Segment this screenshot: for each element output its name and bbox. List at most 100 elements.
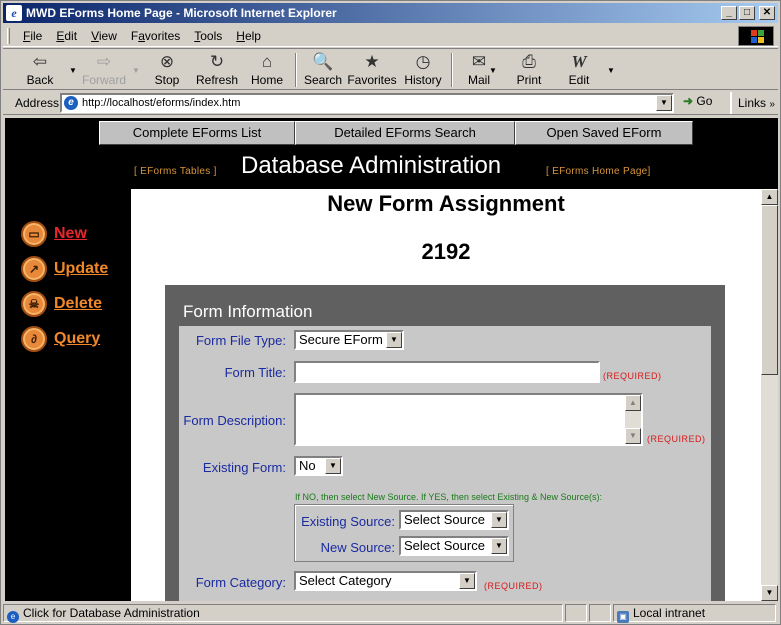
form-section-title: Form Information bbox=[183, 302, 313, 321]
assignment-number: 2192 bbox=[421, 239, 471, 264]
db-title: Database Administration bbox=[241, 152, 502, 179]
menu-edit[interactable]: Edit bbox=[49, 29, 84, 43]
address-input[interactable]: e http://localhost/eforms/index.htm ▼ bbox=[60, 93, 674, 113]
side-label-query[interactable]: Query bbox=[54, 330, 100, 348]
chevron-down-icon: ▼ bbox=[491, 512, 507, 528]
stop-button[interactable]: ⊗ Stop bbox=[142, 51, 192, 89]
form-category-select[interactable]: Select Category ▼ bbox=[294, 571, 477, 591]
nav-complete-eforms-list[interactable]: Complete EForms List bbox=[99, 121, 295, 145]
form-description-label: Form Description: bbox=[183, 413, 286, 428]
side-item-query[interactable]: ∂ Query bbox=[21, 321, 108, 356]
existing-form-label: Existing Form: bbox=[202, 460, 286, 475]
menu-view[interactable]: View bbox=[84, 29, 124, 43]
mail-dropdown-icon[interactable]: ▼ bbox=[489, 66, 497, 75]
window-title: MWD EForms Home Page - Microsoft Interne… bbox=[26, 6, 337, 20]
address-label: Address bbox=[15, 95, 60, 110]
scroll-up-icon[interactable]: ▲ bbox=[625, 395, 641, 411]
go-arrow-icon: ➜ bbox=[683, 94, 694, 108]
menu-tools[interactable]: Tools bbox=[187, 29, 229, 43]
refresh-button[interactable]: ↻ Refresh bbox=[192, 51, 242, 89]
eforms-home-link[interactable]: [ EForms Home Page] bbox=[546, 166, 651, 177]
status-text-panel: e Click for Database Administration bbox=[3, 604, 563, 623]
chevron-down-icon: ▼ bbox=[491, 538, 507, 554]
scroll-thumb[interactable] bbox=[761, 205, 778, 375]
page-vertical-scrollbar[interactable]: ▲ ▼ bbox=[761, 189, 778, 601]
back-dropdown-icon[interactable]: ▼ bbox=[69, 66, 77, 75]
address-dropdown-icon[interactable]: ▼ bbox=[656, 95, 672, 111]
scroll-down-icon[interactable]: ▼ bbox=[761, 585, 778, 601]
zone-panel: ▣ Local intranet bbox=[613, 604, 776, 623]
edit-button[interactable]: W Edit bbox=[554, 51, 604, 89]
address-url: http://localhost/eforms/index.htm bbox=[82, 97, 241, 109]
ie-logo-icon: e bbox=[6, 5, 22, 21]
maximize-button[interactable]: □ bbox=[739, 6, 755, 20]
history-icon: ◷ bbox=[415, 52, 431, 71]
browser-window: e MWD EForms Home Page - Microsoft Inter… bbox=[0, 0, 781, 625]
chevron-right-icon: » bbox=[769, 99, 775, 110]
file-type-select[interactable]: Secure EForm ▼ bbox=[294, 330, 404, 350]
chevron-down-icon: ▼ bbox=[459, 573, 475, 589]
side-menu: ▭ New ↗ Update ☠ Delete ∂ Query bbox=[21, 216, 108, 356]
toolbar-separator bbox=[295, 53, 297, 87]
go-button[interactable]: ➜ Go bbox=[683, 94, 712, 108]
links-button[interactable]: Links » bbox=[730, 92, 775, 114]
update-folder-icon: ↗ bbox=[21, 255, 47, 282]
side-item-delete[interactable]: ☠ Delete bbox=[21, 286, 108, 321]
form-fields-area: Form File Type: Secure EForm ▼ Form Titl… bbox=[179, 326, 711, 601]
status-panel-empty bbox=[589, 604, 611, 622]
side-item-update[interactable]: ↗ Update bbox=[21, 251, 108, 286]
favorites-button[interactable]: ★ Favorites bbox=[347, 51, 397, 89]
nav-open-saved-eform[interactable]: Open Saved EForm bbox=[515, 121, 693, 145]
forward-arrow-icon: ⇨ bbox=[96, 52, 112, 71]
page-viewport: Complete EForms List Detailed EForms Sea… bbox=[5, 118, 778, 601]
side-label-delete[interactable]: Delete bbox=[54, 295, 102, 313]
side-label-update[interactable]: Update bbox=[54, 260, 108, 278]
forward-button[interactable]: ⇨ Forward bbox=[79, 51, 129, 89]
stop-icon: ⊗ bbox=[159, 52, 175, 71]
minimize-button[interactable]: _ bbox=[721, 6, 737, 20]
back-button[interactable]: ⇦ Back bbox=[15, 51, 65, 89]
forward-dropdown-icon[interactable]: ▼ bbox=[132, 66, 140, 75]
form-description-textarea[interactable]: ▲ ▼ bbox=[294, 393, 643, 446]
home-button[interactable]: ⌂ Home bbox=[242, 51, 292, 89]
scroll-up-icon[interactable]: ▲ bbox=[761, 189, 778, 205]
scroll-down-icon[interactable]: ▼ bbox=[625, 428, 641, 444]
required-marker: (REQUIRED) bbox=[484, 581, 543, 591]
query-signature-icon: ∂ bbox=[21, 325, 47, 352]
close-button[interactable]: ✕ bbox=[759, 6, 775, 20]
history-button[interactable]: ◷ History bbox=[398, 51, 448, 89]
side-item-new[interactable]: ▭ New bbox=[21, 216, 108, 251]
form-title-label: Form Title: bbox=[224, 365, 286, 380]
menu-favorites[interactable]: Favorites bbox=[124, 29, 187, 43]
textarea-scrollbar[interactable]: ▲ ▼ bbox=[625, 395, 641, 444]
refresh-icon: ↻ bbox=[209, 52, 225, 71]
new-source-select[interactable]: Select Source ▼ bbox=[399, 536, 509, 556]
menu-help[interactable]: Help bbox=[229, 29, 268, 43]
windows-logo-icon bbox=[738, 26, 774, 46]
status-bar: e Click for Database Administration ▣ Loca… bbox=[3, 603, 778, 623]
search-icon: 🔍 bbox=[312, 52, 334, 71]
form-title-input[interactable] bbox=[294, 361, 600, 383]
file-type-label: Form File Type: bbox=[195, 333, 286, 348]
skull-icon: ☠ bbox=[21, 290, 47, 317]
eforms-tables-link[interactable]: [ EForms Tables ] bbox=[134, 166, 217, 177]
intranet-icon: ▣ bbox=[617, 611, 629, 623]
menu-file[interactable]: File bbox=[16, 29, 49, 43]
top-nav: Complete EForms List Detailed EForms Sea… bbox=[99, 121, 693, 145]
page-icon: e bbox=[64, 96, 78, 110]
favorites-folder-icon: ★ bbox=[364, 52, 380, 71]
search-button[interactable]: 🔍 Search bbox=[298, 51, 348, 89]
printer-icon: ⎙ bbox=[522, 52, 536, 71]
home-icon: ⌂ bbox=[261, 52, 273, 71]
address-bar: Address e http://localhost/eforms/index.… bbox=[3, 91, 778, 115]
existing-form-select[interactable]: No ▼ bbox=[294, 456, 343, 476]
edit-dropdown-icon[interactable]: ▼ bbox=[607, 66, 615, 75]
status-panel-empty bbox=[565, 604, 587, 622]
print-button[interactable]: ⎙ Print bbox=[504, 51, 554, 89]
nav-detailed-eforms-search[interactable]: Detailed EForms Search bbox=[295, 121, 515, 145]
side-label-new[interactable]: New bbox=[54, 225, 87, 243]
existing-source-select[interactable]: Select Source ▼ bbox=[399, 510, 509, 530]
form-category-label: Form Category: bbox=[195, 575, 286, 590]
form-information-panel: Form Information Form File Type: Secure … bbox=[165, 285, 725, 601]
db-header: [ EForms Tables ] Database Administratio… bbox=[5, 150, 778, 186]
